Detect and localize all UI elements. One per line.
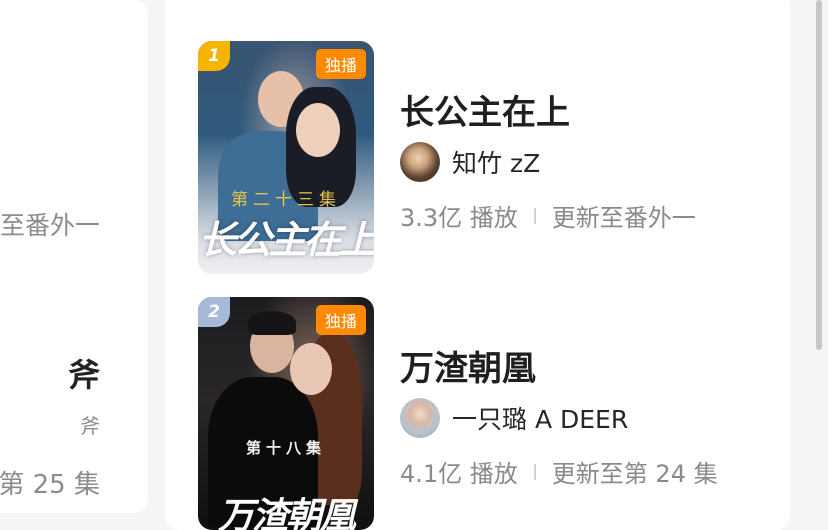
- author-name[interactable]: 一只璐 A DEER: [452, 400, 628, 436]
- author-name[interactable]: 知竹 zZ: [452, 144, 540, 180]
- poster-title-text: 万渣朝凰: [217, 495, 356, 530]
- drama-title[interactable]: 长公主在上: [400, 85, 570, 134]
- play-count: 3.3亿 播放: [400, 204, 518, 232]
- author-avatar[interactable]: [400, 398, 440, 438]
- poster-episode-text: 第二十三集: [231, 190, 341, 210]
- rank-badge: 2: [198, 297, 230, 327]
- update-status: 更新至番外一: [551, 204, 696, 232]
- author-row[interactable]: 一只璐 A DEER: [400, 398, 628, 438]
- stats-row: 3.3亿 播放 更新至番外一: [400, 198, 696, 233]
- author-avatar[interactable]: [400, 142, 440, 182]
- rank-badge: 1: [198, 41, 230, 71]
- scrollbar[interactable]: [816, 0, 822, 350]
- stats-divider: [533, 463, 536, 480]
- previous-card-episode: 第 25 集: [0, 470, 100, 500]
- previous-card-author-fragment: 斧: [80, 414, 100, 438]
- poster-title-text: 长公主在上: [198, 217, 374, 262]
- exclusive-tag: 独播: [316, 305, 366, 335]
- poster-figure: [248, 311, 296, 335]
- stats-row: 4.1亿 播放 更新至第 24 集: [400, 454, 718, 489]
- drama-poster[interactable]: 第二十三集 长公主在上 1 独播: [198, 41, 374, 274]
- update-status: 更新至第 24 集: [551, 460, 718, 488]
- author-row[interactable]: 知竹 zZ: [400, 142, 540, 182]
- poster-figure: [290, 343, 332, 395]
- poster-episode-text: 第十八集: [245, 439, 326, 457]
- stats-divider: [533, 207, 536, 224]
- previous-card-title-fragment: 斧: [67, 356, 100, 394]
- exclusive-tag: 独播: [316, 49, 366, 79]
- play-count: 4.1亿 播放: [400, 460, 518, 488]
- drama-poster[interactable]: 第十八集 万渣朝凰 2 独播: [198, 297, 374, 530]
- previous-card-update: 至番外一: [0, 211, 100, 240]
- ranking-list-card: 第二十三集 长公主在上 1 独播 长公主在上 知竹 zZ 3.3亿 播放 更新至…: [165, 0, 790, 530]
- previous-card[interactable]: 至番外一 斧 斧 第 25 集: [0, 0, 148, 513]
- poster-figure: [296, 103, 340, 157]
- drama-title[interactable]: 万渣朝凰: [400, 341, 536, 390]
